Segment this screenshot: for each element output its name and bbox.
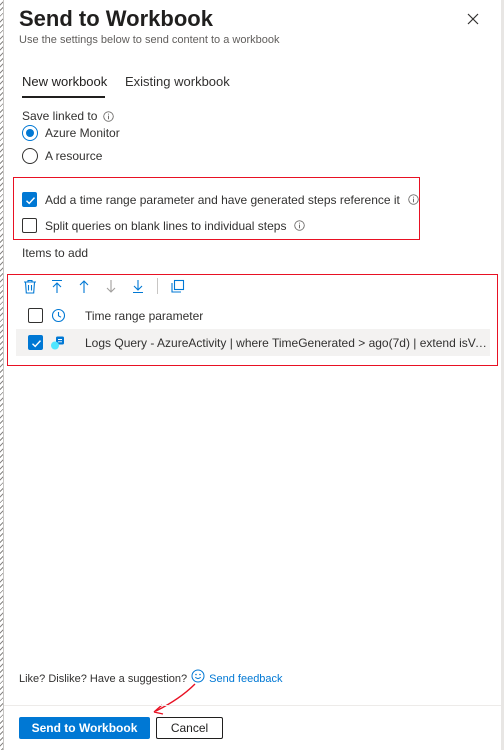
page-title: Send to Workbook [19,6,213,31]
list-item[interactable]: Time range parameter [16,302,490,329]
checkmark-icon [26,197,36,205]
checkbox-split-queries-option[interactable]: Split queries on blank lines to individu… [22,218,306,233]
radio-azure-monitor[interactable]: Azure Monitor [22,125,120,141]
duplicate-button[interactable] [169,278,185,294]
move-down-button[interactable] [103,278,119,294]
save-linked-label-row: Save linked to [22,109,115,123]
cancel-button[interactable]: Cancel [156,717,223,739]
delete-icon [24,279,36,294]
close-icon [467,13,479,25]
close-button[interactable] [462,8,484,30]
move-to-top-button[interactable] [49,278,65,294]
move-to-bottom-button[interactable] [130,278,146,294]
items-toolbar [22,277,196,295]
move-up-icon [79,279,89,293]
checkbox-label: Split queries on blank lines to individu… [45,218,287,233]
annotation-arrow-icon [153,683,196,715]
page-subtitle: Use the settings below to send content t… [19,34,280,46]
radio-label: A resource [45,149,103,163]
radio-a-resource[interactable]: A resource [22,148,102,164]
info-icon[interactable] [408,194,419,205]
toolbar-divider [157,278,158,294]
radio-button[interactable] [22,148,38,164]
checkbox-label: Add a time range parameter and have gene… [45,192,400,207]
tab-new-workbook[interactable]: New workbook [22,74,107,89]
checkbox[interactable] [22,192,37,207]
checkmark-icon [32,340,42,348]
list-item-label: Logs Query - AzureActivity | where TimeG… [85,335,490,350]
active-tab-indicator [22,96,105,98]
move-to-bottom-icon [133,279,143,293]
clock-icon [50,308,66,324]
duplicate-icon [170,279,184,293]
logs-query-icon [50,335,66,351]
radio-button[interactable] [22,125,38,141]
radio-label: Azure Monitor [45,126,120,140]
list-item-label: Time range parameter [85,308,204,323]
move-up-button[interactable] [76,278,92,294]
send-to-workbook-button[interactable]: Send to Workbook [19,717,150,739]
footer-divider [4,705,501,706]
send-feedback-link[interactable]: Send feedback [209,673,282,685]
save-linked-label: Save linked to [22,109,98,123]
info-icon[interactable] [294,220,306,231]
checkbox[interactable] [28,335,43,350]
move-to-top-icon [52,279,62,293]
checkbox-time-range-option[interactable]: Add a time range parameter and have gene… [22,192,419,207]
checkbox[interactable] [28,308,43,323]
move-down-icon [106,279,116,293]
tab-existing-workbook[interactable]: Existing workbook [125,74,230,89]
list-item[interactable]: Logs Query - AzureActivity | where TimeG… [16,329,490,356]
checkbox[interactable] [22,218,37,233]
delete-button[interactable] [22,278,38,294]
info-icon[interactable] [103,110,115,122]
items-to-add-label: Items to add [22,246,89,260]
background-page-edge [0,0,4,750]
